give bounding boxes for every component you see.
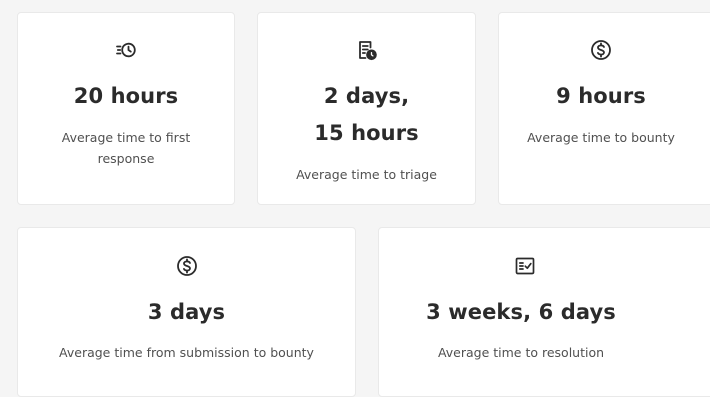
stat-value: 2 days, 15 hours (314, 84, 419, 145)
stat-label: Average time to first response (61, 130, 191, 166)
clock-fast-icon (115, 39, 137, 61)
stat-label: Average time to triage (296, 167, 437, 182)
stat-label: Average time from submission to bounty (59, 345, 314, 360)
stat-card-submission-to-bounty: 3 days Average time from submission to b… (17, 227, 356, 397)
stat-card-triage: 2 days, 15 hours Average time to triage (257, 12, 476, 205)
stat-label: Average time to bounty (527, 130, 675, 145)
dollar-circle-icon (590, 39, 612, 61)
checklist-icon (514, 255, 536, 277)
stat-value: 9 hours (556, 84, 646, 108)
stat-value: 3 days (147, 300, 226, 324)
document-clock-icon (356, 39, 378, 61)
stat-card-bounty: 9 hours Average time to bounty (498, 12, 710, 205)
stat-card-first-response: 20 hours Average time to first response (17, 12, 235, 205)
stat-value: 20 hours (73, 84, 179, 108)
stat-value: 3 weeks, 6 days (426, 300, 616, 324)
stat-card-resolution: 3 weeks, 6 days Average time to resoluti… (378, 227, 710, 397)
dollar-circle-icon (176, 255, 198, 277)
stat-label: Average time to resolution (437, 345, 605, 360)
